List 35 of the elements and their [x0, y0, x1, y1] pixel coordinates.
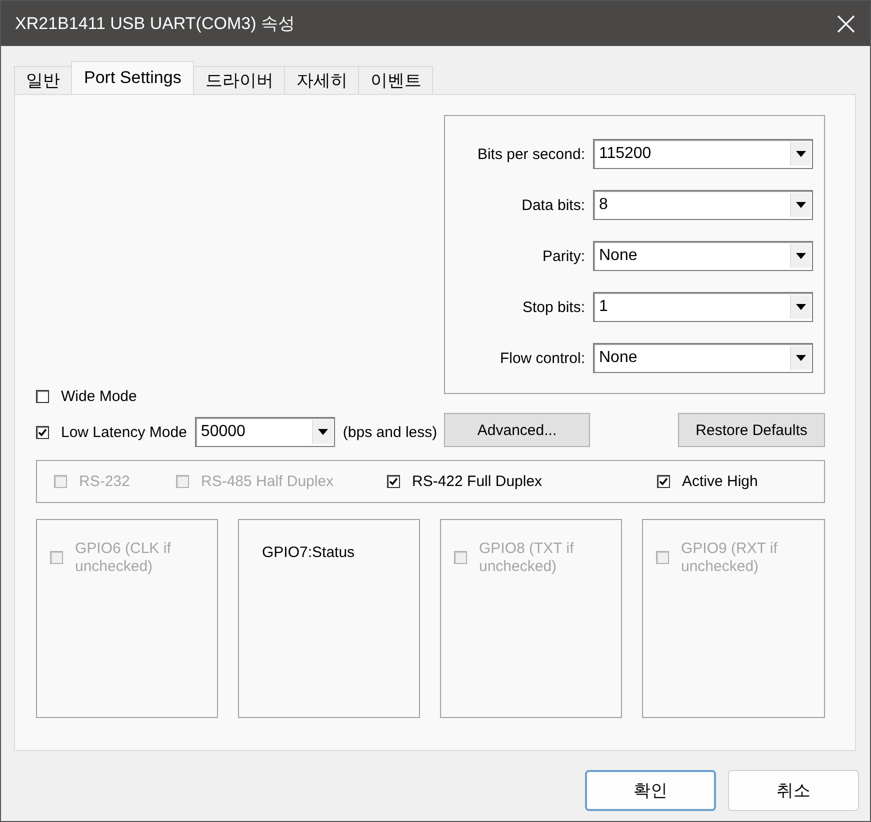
- dropdown-field[interactable]: None: [593, 343, 813, 373]
- tab[interactable]: Port Settings: [71, 61, 194, 94]
- field-label: Bits per second:: [477, 146, 585, 162]
- checkbox-label: Low Latency Mode: [61, 424, 187, 440]
- dropdown-field[interactable]: 1: [593, 292, 813, 322]
- field-label: Data bits:: [522, 196, 585, 214]
- window-title: XR21B1411 USB UART(COM3) 속성: [15, 13, 295, 35]
- close-icon[interactable]: [836, 14, 856, 34]
- advanced-button[interactable]: Advanced...: [444, 413, 590, 447]
- checkbox-label: GPIO6 (CLK if unchecked): [75, 540, 172, 576]
- dropdown-field[interactable]: 8: [593, 190, 813, 220]
- unit-label: (bps and less): [342, 424, 438, 440]
- ok-button[interactable]: 확인: [585, 770, 716, 811]
- checkbox-label: GPIO8 (TXT if unchecked): [479, 540, 575, 576]
- checkbox[interactable]: [36, 390, 49, 403]
- field-label: Stop bits:: [522, 298, 585, 316]
- dropdown-field[interactable]: 50000: [194, 417, 335, 447]
- tab[interactable]: 일반: [14, 66, 72, 94]
- checkbox-label: RS-485 Half Duplex: [201, 473, 334, 490]
- checkbox[interactable]: [387, 475, 400, 488]
- checkbox[interactable]: [657, 475, 670, 488]
- cancel-button[interactable]: 취소: [728, 770, 859, 811]
- dropdown-field[interactable]: None: [593, 241, 813, 271]
- field-label: Parity:: [542, 248, 585, 264]
- checkbox-label: RS-232: [79, 473, 130, 490]
- field-label: Flow control:: [500, 350, 585, 366]
- checkbox-label: RS-422 Full Duplex: [412, 473, 542, 490]
- checkbox-label: GPIO9 (RXT if unchecked): [681, 540, 778, 576]
- checkbox-label: Wide Mode: [61, 388, 137, 405]
- checkbox-label: Active High: [682, 473, 758, 490]
- restore-defaults-button[interactable]: Restore Defaults: [678, 413, 825, 447]
- checkbox[interactable]: [36, 426, 49, 438]
- status-label: GPIO7:Status: [261, 543, 356, 561]
- tab[interactable]: 이벤트: [358, 66, 434, 94]
- dropdown-field[interactable]: 115200: [593, 139, 813, 169]
